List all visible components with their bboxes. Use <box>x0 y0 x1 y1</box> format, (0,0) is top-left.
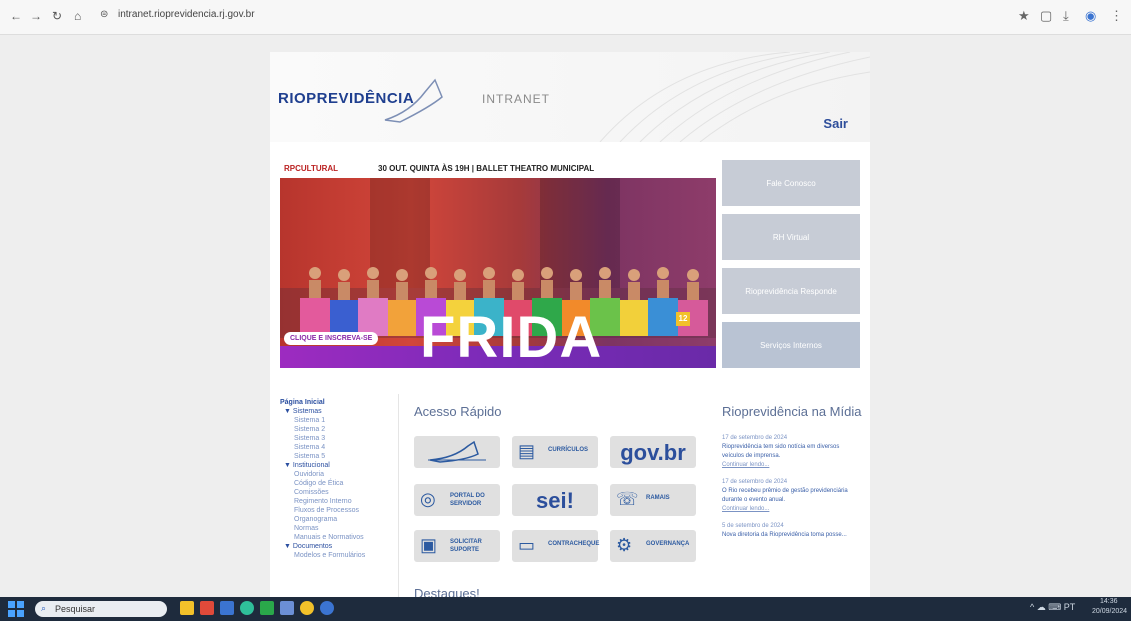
home-icon[interactable]: ⌂ <box>74 9 81 23</box>
user-circle-icon: ◎ <box>420 489 436 509</box>
clock-time[interactable]: 14:36 <box>1100 598 1118 605</box>
ramais-button[interactable]: ☏ RAMAIS <box>610 484 696 516</box>
intranet-label: INTRANET <box>482 92 550 106</box>
back-icon[interactable]: ← <box>10 9 22 23</box>
governanca-label: GOVERNANÇA <box>646 541 690 547</box>
browser-toolbar: ← → ↻ ⌂ ⊜ intranet.rioprevidencia.rj.gov… <box>0 0 1131 35</box>
edge-icon[interactable] <box>240 601 254 615</box>
sidebar-item[interactable]: Sistema 3 <box>280 434 398 443</box>
rioprevidencia-swoosh-icon <box>428 440 486 463</box>
system-tray[interactable]: ^ ☁ ⌨ PT <box>1030 602 1075 613</box>
tabs-icon[interactable]: ▢ <box>1040 8 1052 24</box>
sidebar-item[interactable]: Sistema 2 <box>280 425 398 434</box>
profile-icon[interactable]: ◉ <box>1085 8 1096 24</box>
reload-icon[interactable]: ↻ <box>52 9 62 23</box>
portal-servidor-label: PORTAL DO SERVIDOR <box>450 493 485 507</box>
event-banner[interactable]: RPCULTURAL 30 OUT. QUINTA ÀS 19H | BALLE… <box>280 160 716 368</box>
contact-button[interactable]: Fale Conosco <box>722 160 860 206</box>
responde-button[interactable]: Rioprevidência Responde <box>722 268 860 314</box>
portal-servidor-button[interactable]: ◎ PORTAL DO SERVIDOR <box>414 484 500 516</box>
news-more-link[interactable]: Continuar lendo... <box>722 505 862 514</box>
governanca-button[interactable]: ⚙ GOVERNANÇA <box>610 530 696 562</box>
sidebar-item[interactable]: Sistema 5 <box>280 452 398 461</box>
download-icon[interactable]: ⤓ <box>1063 8 1069 24</box>
news-text[interactable]: O Rio recebeu prêmio de gestão previdenc… <box>722 487 862 505</box>
services-button[interactable]: Serviços Internos <box>722 322 860 368</box>
rioprevidencia-portal-button[interactable] <box>414 436 500 468</box>
sidebar-item[interactable]: Comissões <box>280 488 398 497</box>
sidebar-item[interactable]: Código de Ética <box>280 479 398 488</box>
site-header: RIOPREVIDÊNCIA INTRANET Sair <box>270 52 870 142</box>
forward-icon[interactable]: → <box>30 9 42 23</box>
news-date: 17 de setembro de 2024 <box>722 435 788 441</box>
sidebar-nav: Página Inicial ▼ Sistemas Sistema 1 Sist… <box>280 398 398 607</box>
logout-link[interactable]: Sair <box>823 116 848 131</box>
contracheque-label: CONTRACHEQUE <box>548 541 600 547</box>
sidebar-item[interactable]: Organograma <box>280 515 398 524</box>
media-title: Rioprevidência na Mídia <box>722 404 862 419</box>
logo-swoosh-icon <box>384 78 443 123</box>
news-text[interactable]: Rioprevidência tem sido notícia em diver… <box>722 443 862 461</box>
app-icon[interactable] <box>200 601 214 615</box>
register-badge[interactable]: CLIQUE E INSCREVA-SE <box>284 332 379 345</box>
app-icon[interactable] <box>320 601 334 615</box>
divider <box>398 394 399 604</box>
sidebar-item[interactable]: Manuais e Normativos <box>280 533 398 542</box>
payslip-icon: ▭ <box>518 535 536 555</box>
curriculos-button[interactable]: ▤ CURRÍCULOS <box>512 436 598 468</box>
rh-virtual-button[interactable]: RH Virtual <box>722 214 860 260</box>
sidebar-item[interactable]: Sistema 1 <box>280 416 398 425</box>
taskbar-search[interactable]: ⌕ Pesquisar <box>35 601 167 617</box>
sidebar-item[interactable]: Modelos e Formulários <box>280 551 398 560</box>
govbr-button[interactable]: gov.br <box>610 436 696 468</box>
clock-date[interactable]: 20/09/2024 <box>1092 608 1127 615</box>
support-icon: ▣ <box>420 535 438 555</box>
phone-icon: ☏ <box>616 489 639 509</box>
govbr-logo: gov.br <box>620 440 686 465</box>
search-placeholder: Pesquisar <box>55 604 96 614</box>
banner-brand: RPCULTURAL <box>284 164 339 173</box>
menu-icon[interactable]: ⋮ <box>1110 8 1123 24</box>
intranet-page: RIOPREVIDÊNCIA INTRANET Sair RPCULTURAL … <box>270 52 870 607</box>
sidebar-item[interactable]: Normas <box>280 524 398 533</box>
chrome-icon[interactable] <box>300 601 314 615</box>
news-text[interactable]: Nova diretoria da Rioprevidência toma po… <box>722 531 862 540</box>
contracheque-button[interactable]: ▭ CONTRACHEQUE <box>512 530 600 562</box>
file-explorer-icon[interactable] <box>180 601 194 615</box>
sidebar-item[interactable]: Ouvidoria <box>280 470 398 479</box>
mail-icon[interactable] <box>280 601 294 615</box>
curriculos-label: CURRÍCULOS <box>548 447 588 453</box>
solicitar-suporte-button[interactable]: ▣ SOLICITAR SUPORTE <box>414 530 500 562</box>
windows-start-icon[interactable] <box>8 601 24 617</box>
app-icon[interactable] <box>260 601 274 615</box>
quick-access-title: Acesso Rápido <box>414 404 502 419</box>
sidebar-home-link[interactable]: Página Inicial <box>280 398 398 407</box>
sei-logo: sei! <box>536 488 574 513</box>
banner-title: FRIDA <box>420 305 603 368</box>
network-icon: ⚙ <box>616 535 633 555</box>
store-icon[interactable] <box>220 601 234 615</box>
banner-headline: 30 OUT. QUINTA ÀS 19H | BALLET THEATRO M… <box>378 164 595 173</box>
document-icon: ▤ <box>518 441 536 461</box>
banner-caption: RPCULTURAL 30 OUT. QUINTA ÀS 19H | BALLE… <box>280 160 716 178</box>
sidebar-item[interactable]: Regimento Interno <box>280 497 398 506</box>
solicitar-suporte-label: SOLICITAR SUPORTE <box>450 539 482 553</box>
sei-button[interactable]: sei! <box>512 484 598 516</box>
ramais-label: RAMAIS <box>646 495 670 501</box>
site-info-icon[interactable]: ⊜ <box>100 9 108 20</box>
favorite-icon[interactable]: ★ <box>1018 8 1030 24</box>
sidebar-group-title[interactable]: ▼ Sistemas <box>280 407 398 416</box>
sidebar-group-title[interactable]: ▼ Documentos <box>280 542 398 551</box>
sidebar-item[interactable]: Fluxos de Processos <box>280 506 398 515</box>
news-date: 17 de setembro de 2024 <box>722 479 788 485</box>
age-rating-badge: 12 <box>676 312 690 326</box>
sidebar-item[interactable]: Sistema 4 <box>280 443 398 452</box>
news-date: 5 de setembro de 2024 <box>722 523 784 529</box>
address-bar[interactable]: intranet.rioprevidencia.rj.gov.br <box>118 9 255 20</box>
search-icon: ⌕ <box>41 603 47 613</box>
news-more-link[interactable]: Continuar lendo... <box>722 461 862 470</box>
media-news-list: 17 de setembro de 2024 Rioprevidência te… <box>722 434 862 540</box>
sidebar-group-title[interactable]: ▼ Institucional <box>280 461 398 470</box>
taskbar: ⌕ Pesquisar ^ ☁ ⌨ PT 14:36 20/09/2024 <box>0 597 1131 621</box>
